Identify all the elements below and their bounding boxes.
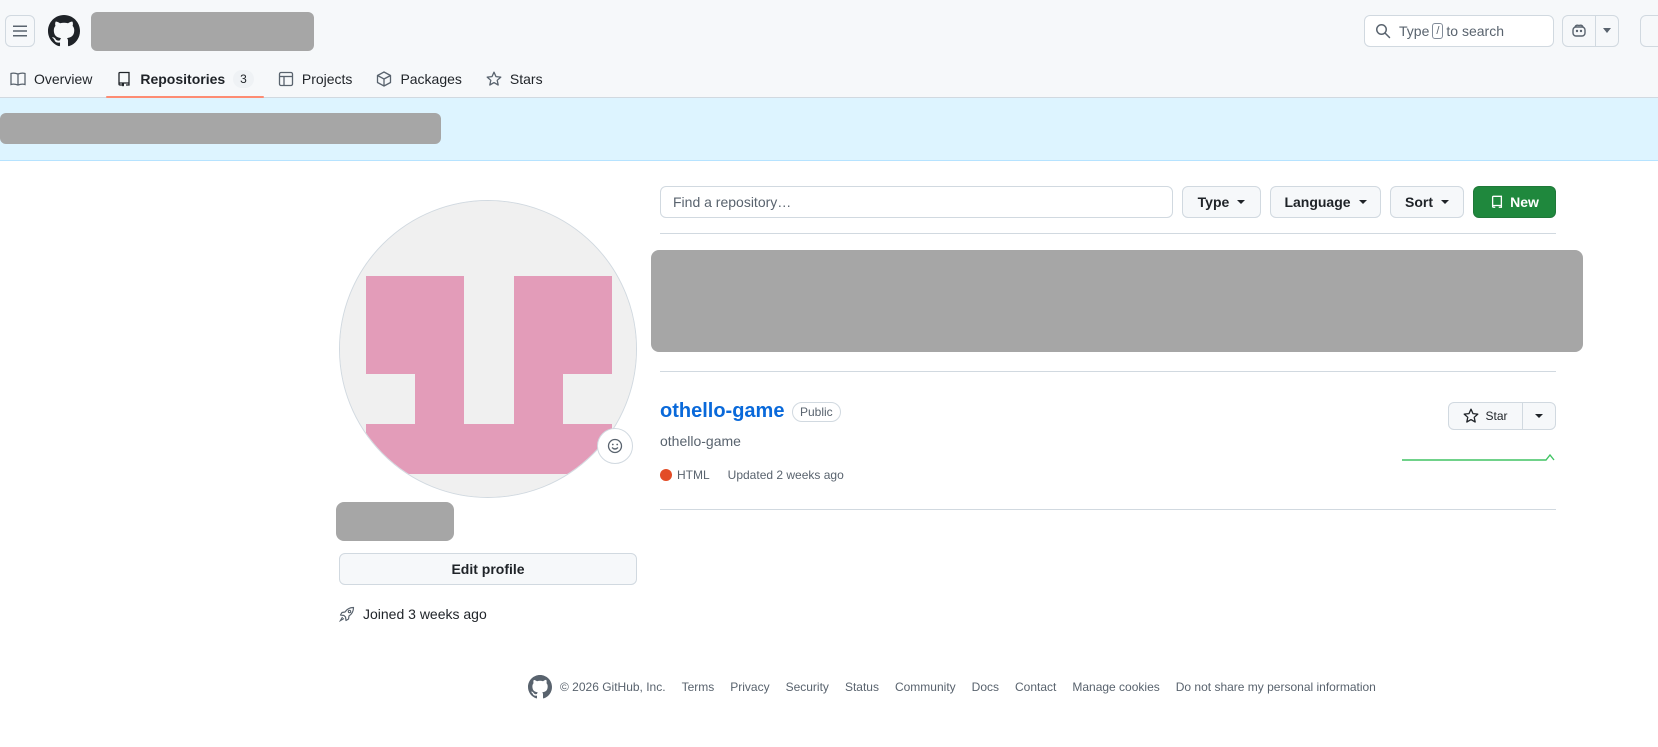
tab-repositories-label: Repositories: [140, 71, 226, 87]
visibility-badge: Public: [792, 402, 841, 422]
chevron-down-icon: [1237, 200, 1246, 204]
tab-packages-label: Packages: [400, 71, 462, 87]
copilot-main[interactable]: [1563, 16, 1596, 46]
table-icon: [278, 71, 294, 87]
footer-link-security[interactable]: Security: [786, 680, 829, 694]
repo-icon: [1492, 195, 1503, 208]
star-button-group: Star: [1448, 402, 1556, 430]
language-color-dot: [660, 469, 672, 481]
divider: [660, 233, 1556, 234]
chevron-down-icon: [1603, 28, 1611, 33]
language-filter-label: Language: [1284, 194, 1351, 210]
repo-name-link[interactable]: othello-game: [660, 400, 784, 423]
hamburger-icon: [13, 25, 27, 37]
search-shortcut-key: /: [1432, 23, 1444, 39]
star-button[interactable]: Star: [1449, 403, 1523, 429]
footer-link-contact[interactable]: Contact: [1015, 680, 1056, 694]
repo-description: othello-game: [660, 433, 741, 449]
tab-projects-label: Projects: [301, 71, 353, 87]
type-filter-button[interactable]: Type: [1182, 186, 1261, 218]
new-repository-label: New: [1510, 194, 1539, 210]
divider: [660, 371, 1556, 372]
site-footer: © 2026 GitHub, Inc. Terms Privacy Securi…: [528, 675, 1392, 699]
joined-info: Joined 3 weeks ago: [339, 606, 487, 622]
star-icon: [1464, 408, 1479, 423]
search-prefix: Type: [1399, 23, 1430, 39]
footer-link-status[interactable]: Status: [845, 680, 879, 694]
repo-icon: [118, 71, 131, 87]
menu-button[interactable]: [5, 15, 35, 47]
create-new-button[interactable]: [1640, 15, 1658, 47]
star-label: Star: [1485, 409, 1508, 423]
tab-overview[interactable]: Overview: [0, 60, 102, 98]
repo-language: HTML: [677, 468, 710, 482]
copilot-icon: [1572, 24, 1586, 37]
tab-repositories[interactable]: Repositories 3: [106, 60, 264, 98]
identicon-image: [340, 201, 636, 497]
star-list-dropdown[interactable]: [1523, 403, 1555, 429]
repo-meta: HTML Updated 2 weeks ago: [660, 468, 844, 482]
language-filter-button[interactable]: Language: [1270, 186, 1381, 218]
tab-packages[interactable]: Packages: [366, 60, 471, 98]
package-icon: [377, 71, 392, 87]
footer-link-terms[interactable]: Terms: [682, 680, 715, 694]
activity-sparkline: [1402, 453, 1555, 461]
info-banner: [0, 98, 1658, 161]
tab-overview-label: Overview: [34, 71, 93, 87]
rocket-icon: [339, 606, 355, 622]
footer-link-do-not-share[interactable]: Do not share my personal information: [1176, 680, 1376, 694]
redacted-banner-text: [0, 113, 441, 144]
repositories-count-badge: 3: [233, 70, 254, 88]
copilot-dropdown[interactable]: [1596, 16, 1618, 46]
redacted-display-name: [336, 502, 454, 541]
tab-stars[interactable]: Stars: [476, 60, 553, 98]
copilot-button[interactable]: [1562, 15, 1619, 47]
divider: [660, 509, 1556, 510]
chevron-down-icon: [1358, 200, 1367, 204]
set-status-button[interactable]: [597, 428, 633, 464]
profile-tabs: Overview Repositories 3 Projects Package…: [0, 60, 557, 98]
redacted-username: [91, 12, 314, 51]
joined-text: Joined 3 weeks ago: [363, 606, 487, 622]
chevron-down-icon: [1441, 200, 1449, 204]
sort-button[interactable]: Sort: [1390, 186, 1464, 218]
sort-label: Sort: [1405, 194, 1433, 210]
footer-link-community[interactable]: Community: [895, 680, 956, 694]
type-filter-label: Type: [1197, 194, 1230, 210]
github-logo-icon[interactable]: [528, 675, 552, 699]
search-suffix: to search: [1446, 23, 1505, 39]
footer-link-privacy[interactable]: Privacy: [730, 680, 769, 694]
avatar[interactable]: [339, 200, 637, 498]
smiley-icon: [607, 438, 623, 454]
chevron-down-icon: [1535, 414, 1543, 418]
footer-link-docs[interactable]: Docs: [972, 680, 999, 694]
search-icon: [1376, 24, 1391, 39]
new-repository-button[interactable]: New: [1473, 186, 1556, 218]
global-search-input[interactable]: Type / to search: [1364, 15, 1554, 47]
repo-updated: Updated 2 weeks ago: [727, 468, 844, 482]
star-icon: [486, 71, 502, 86]
global-header: Type / to search Overview Repositories 3…: [0, 0, 1658, 98]
redacted-pinned-area: [651, 250, 1583, 352]
github-logo-icon[interactable]: [48, 15, 80, 47]
find-repository-input[interactable]: Find a repository…: [660, 186, 1173, 218]
tab-projects[interactable]: Projects: [268, 60, 363, 98]
footer-copyright: © 2026 GitHub, Inc.: [560, 680, 666, 694]
tab-stars-label: Stars: [509, 71, 543, 87]
book-icon: [10, 72, 26, 86]
footer-link-manage-cookies[interactable]: Manage cookies: [1072, 680, 1159, 694]
edit-profile-button[interactable]: Edit profile: [339, 553, 637, 585]
